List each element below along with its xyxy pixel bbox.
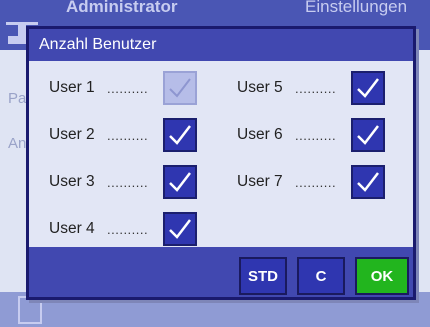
user-dots: .......... <box>295 80 337 96</box>
checkmark-icon <box>169 78 191 98</box>
std-button[interactable]: STD <box>239 257 287 295</box>
user-dots: .......... <box>295 127 337 143</box>
dialog-title: Anzahl Benutzer <box>29 29 413 61</box>
checkmark-icon <box>169 219 191 239</box>
user-label: User 5 <box>237 79 283 96</box>
user-label: User 4 <box>49 220 95 237</box>
checkmark-icon <box>357 78 379 98</box>
user-row-1: User 1 .......... <box>49 69 197 107</box>
checkmark-icon <box>357 172 379 192</box>
user-count-dialog: Anzahl Benutzer User 1 .......... User 2… <box>26 26 416 300</box>
user-row-6: User 6 .......... <box>237 116 385 154</box>
user-label: User 3 <box>49 173 95 190</box>
user-row-7: User 7 .......... <box>237 163 385 201</box>
user-dots: .......... <box>107 80 149 96</box>
checkmark-icon <box>357 125 379 145</box>
user-dots: .......... <box>107 221 149 237</box>
user-4-checkbox[interactable] <box>163 212 197 246</box>
user-dots: .......... <box>107 174 149 190</box>
user-row-5: User 5 .......... <box>237 69 385 107</box>
checkmark-icon <box>169 125 191 145</box>
background-title-right: Einstellungen <box>305 0 408 16</box>
user-5-checkbox[interactable] <box>351 71 385 105</box>
user-row-4: User 4 .......... <box>49 210 197 248</box>
user-6-checkbox[interactable] <box>351 118 385 152</box>
cancel-button[interactable]: C <box>297 257 345 295</box>
ok-button[interactable]: OK <box>355 257 409 295</box>
user-label: User 7 <box>237 173 283 190</box>
background-row-1: Pa <box>8 90 27 107</box>
user-2-checkbox[interactable] <box>163 118 197 152</box>
user-1-checkbox[interactable] <box>163 71 197 105</box>
user-row-3: User 3 .......... <box>49 163 197 201</box>
user-label: User 2 <box>49 126 95 143</box>
user-3-checkbox[interactable] <box>163 165 197 199</box>
background-title: Administrator <box>66 0 178 16</box>
user-dots: .......... <box>107 127 149 143</box>
user-row-2: User 2 .......... <box>49 116 197 154</box>
background-row-2: An <box>8 135 27 152</box>
user-label: User 1 <box>49 79 95 96</box>
checkmark-icon <box>169 172 191 192</box>
user-7-checkbox[interactable] <box>351 165 385 199</box>
user-label: User 6 <box>237 126 283 143</box>
user-dots: .......... <box>295 174 337 190</box>
background-back-arrow-icon <box>18 296 42 324</box>
